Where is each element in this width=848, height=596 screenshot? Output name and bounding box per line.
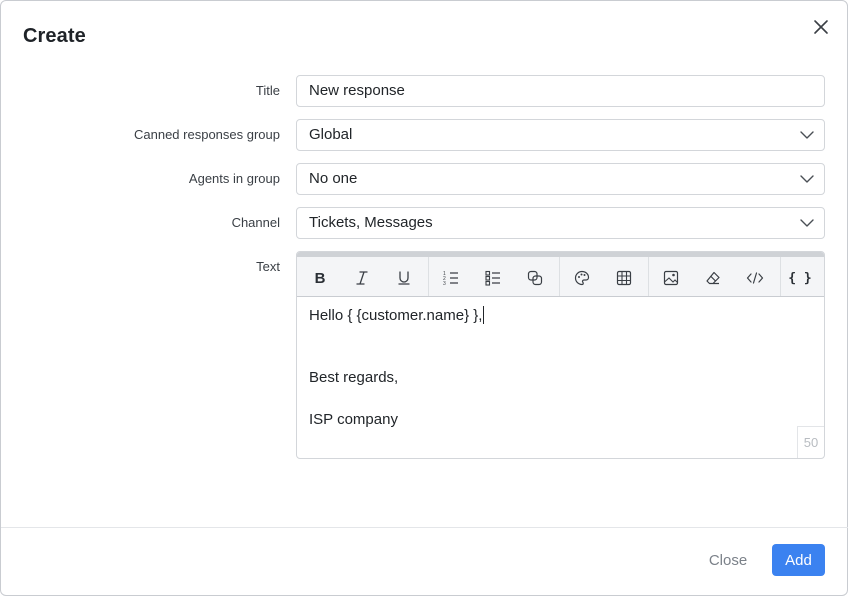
variables-glyph: { } <box>788 270 812 286</box>
ordered-list-icon[interactable]: 123 <box>438 265 464 291</box>
channel-select[interactable]: Tickets, Messages <box>296 207 825 239</box>
agents-label: Agents in group <box>188 171 280 186</box>
table-icon[interactable] <box>611 265 637 291</box>
channel-label: Channel <box>231 215 280 230</box>
bold-icon[interactable]: B <box>307 265 333 291</box>
italic-icon[interactable] <box>349 265 375 291</box>
svg-text:3: 3 <box>443 281 446 286</box>
chevron-down-icon <box>800 219 814 227</box>
group-select-value: Global <box>309 126 353 143</box>
company-line: ISP company <box>309 411 398 428</box>
dialog-title: Create <box>23 25 86 47</box>
text-caret <box>483 306 485 324</box>
title-label: Title <box>255 83 280 98</box>
group-select[interactable]: Global <box>296 119 825 151</box>
toolbar-divider <box>648 257 649 296</box>
eraser-icon[interactable] <box>700 265 726 291</box>
chevron-down-icon <box>800 175 814 183</box>
image-icon[interactable] <box>658 265 684 291</box>
editor-toolbar: B 123 {} <box>297 252 824 297</box>
channel-select-value: Tickets, Messages <box>309 214 433 231</box>
variables-icon[interactable]: { } <box>787 265 813 291</box>
title-input[interactable]: New response <box>296 75 825 107</box>
signoff-line: Best regards, <box>309 369 399 386</box>
greeting-line: Hello { {customer.name} }, <box>309 307 483 324</box>
title-input-value: New response <box>309 82 405 99</box>
unordered-list-icon[interactable] <box>480 265 506 291</box>
editor-content[interactable]: Hello { {customer.name} }, Best regards,… <box>297 297 824 458</box>
close-button[interactable]: Close <box>698 544 758 576</box>
agents-select-value: No one <box>309 170 358 187</box>
group-label: Canned responses group <box>134 127 280 142</box>
copy-icon[interactable] <box>522 265 548 291</box>
toolbar-divider <box>428 257 429 296</box>
editor-line: Hello { {customer.name} }, <box>309 306 485 324</box>
create-dialog: Create Title New response Canned respons… <box>0 0 848 596</box>
editor-line: ISP company <box>309 411 398 428</box>
add-button[interactable]: Add <box>772 544 825 576</box>
code-icon[interactable] <box>742 265 768 291</box>
chevron-down-icon <box>800 131 814 139</box>
bold-glyph: B <box>314 269 326 287</box>
footer-divider <box>1 527 848 528</box>
toolbar-divider <box>559 257 560 296</box>
underline-icon[interactable] <box>391 265 417 291</box>
agents-select[interactable]: No one <box>296 163 825 195</box>
toolbar-divider <box>780 257 781 296</box>
text-label: Text <box>256 259 280 274</box>
close-icon[interactable] <box>807 13 835 41</box>
rich-text-editor: B 123 {} Hello {{customer.name}}, Bes… <box>296 251 825 459</box>
character-counter: 50 <box>797 426 824 458</box>
editor-line: Best regards, <box>309 369 398 386</box>
color-palette-icon[interactable] <box>569 265 595 291</box>
